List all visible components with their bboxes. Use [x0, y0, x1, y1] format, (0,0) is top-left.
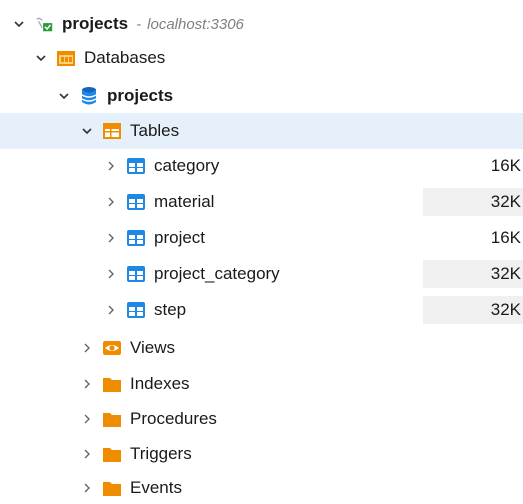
table-row[interactable]: material 32K: [0, 184, 523, 220]
connection-icon: [34, 15, 54, 33]
tree-node-database-projects[interactable]: projects: [0, 78, 523, 114]
table-name: step: [154, 300, 187, 319]
tree-node-databases[interactable]: Databases: [0, 40, 523, 76]
tree-node-indexes[interactable]: Indexes: [0, 366, 523, 402]
folder-icon: [102, 479, 122, 497]
chevron-right-icon[interactable]: [80, 377, 94, 391]
table-name: project: [154, 228, 206, 247]
connection-name: projects: [62, 14, 129, 33]
table-icon: [126, 157, 146, 175]
table-icon: [126, 301, 146, 319]
tables-folder-icon: [102, 122, 122, 140]
table-size: 16K: [423, 152, 523, 180]
table-row[interactable]: step 32K: [0, 292, 523, 328]
table-row[interactable]: category 16K: [0, 148, 523, 184]
chevron-right-icon[interactable]: [104, 159, 118, 173]
table-icon: [126, 265, 146, 283]
indexes-label: Indexes: [130, 374, 190, 393]
chevron-down-icon[interactable]: [12, 17, 26, 31]
chevron-down-icon[interactable]: [57, 89, 71, 103]
table-size: 32K: [423, 296, 523, 324]
events-label: Events: [130, 478, 182, 497]
database-icon: [79, 87, 99, 105]
tree-node-triggers[interactable]: Triggers: [0, 436, 523, 472]
databases-label: Databases: [84, 48, 166, 67]
folder-icon: [102, 375, 122, 393]
table-row[interactable]: project 16K: [0, 220, 523, 256]
table-row[interactable]: project_category 32K: [0, 256, 523, 292]
table-size: 16K: [423, 224, 523, 252]
tree-node-views[interactable]: Views: [0, 330, 523, 366]
table-size: 32K: [423, 260, 523, 288]
tree-node-procedures[interactable]: Procedures: [0, 401, 523, 437]
table-size: 32K: [423, 188, 523, 216]
folder-icon: [102, 445, 122, 463]
tree-node-tables[interactable]: Tables: [0, 113, 523, 149]
table-icon: [126, 229, 146, 247]
chevron-right-icon[interactable]: [80, 481, 94, 495]
chevron-right-icon[interactable]: [104, 195, 118, 209]
chevron-down-icon[interactable]: [34, 51, 48, 65]
database-navigator-tree: projects - localhost:3306 Databases proj…: [0, 0, 523, 504]
triggers-label: Triggers: [130, 444, 192, 463]
database-name: projects: [107, 86, 174, 105]
connection-separator: -: [136, 15, 142, 33]
chevron-right-icon[interactable]: [80, 447, 94, 461]
folder-icon: [102, 410, 122, 428]
procedures-label: Procedures: [130, 409, 217, 428]
views-label: Views: [130, 338, 176, 357]
tree-node-connection[interactable]: projects - localhost:3306: [0, 6, 523, 42]
views-eye-icon: [102, 339, 122, 357]
chevron-down-icon[interactable]: [80, 124, 94, 138]
tree-node-events[interactable]: Events: [0, 470, 523, 504]
table-name: material: [154, 192, 215, 211]
chevron-right-icon[interactable]: [104, 303, 118, 317]
chevron-right-icon[interactable]: [104, 267, 118, 281]
connection-host: localhost:3306: [147, 15, 244, 33]
table-icon: [126, 193, 146, 211]
tables-label: Tables: [130, 121, 180, 140]
chevron-right-icon[interactable]: [80, 412, 94, 426]
databases-folder-icon: [56, 49, 76, 67]
chevron-right-icon[interactable]: [104, 231, 118, 245]
chevron-right-icon[interactable]: [80, 341, 94, 355]
table-name: category: [154, 156, 220, 175]
table-name: project_category: [154, 264, 280, 283]
